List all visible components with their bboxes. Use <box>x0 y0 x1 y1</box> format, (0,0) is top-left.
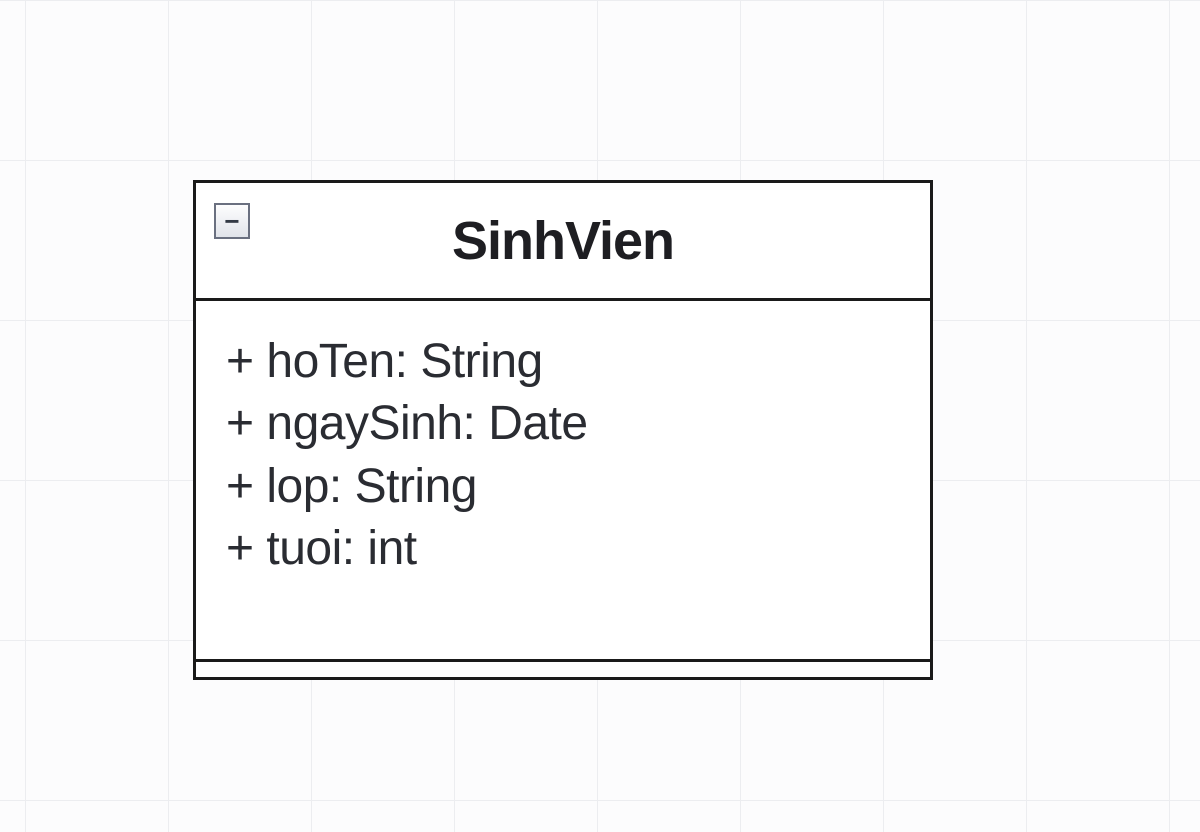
attribute-row[interactable]: + hoTen: String <box>226 331 900 393</box>
attribute-text: + hoTen: String <box>226 335 543 388</box>
attribute-row[interactable]: + lop: String <box>226 456 900 518</box>
attribute-text: + lop: String <box>226 460 477 513</box>
class-name: SinhVien <box>452 210 674 272</box>
collapse-toggle-icon[interactable]: − <box>214 203 250 239</box>
attributes-compartment: + hoTen: String + ngaySinh: Date + lop: … <box>196 301 930 659</box>
class-header: − SinhVien <box>196 183 930 301</box>
attribute-text: + ngaySinh: Date <box>226 397 588 450</box>
attribute-row[interactable]: + ngaySinh: Date <box>226 393 900 455</box>
attribute-text: + tuoi: int <box>226 522 417 575</box>
uml-class-box[interactable]: − SinhVien + hoTen: String + ngaySinh: D… <box>193 180 933 680</box>
methods-compartment <box>196 659 930 677</box>
attribute-row[interactable]: + tuoi: int <box>226 518 900 580</box>
